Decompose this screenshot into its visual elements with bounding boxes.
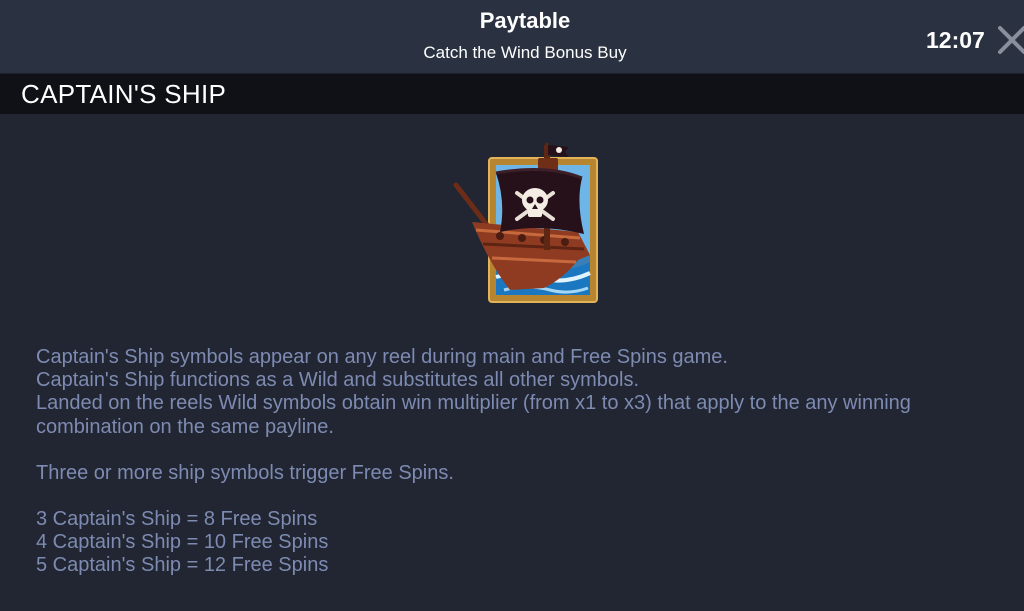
pirate-ship-icon (453, 143, 598, 303)
close-button[interactable] (994, 22, 1024, 58)
description-line: Landed on the reels Wild symbols obtain … (36, 392, 911, 438)
description: Captain's Ship symbols appear on any ree… (36, 346, 1011, 578)
trigger-text: Three or more ship symbols trigger Free … (36, 461, 454, 484)
captains-ship-symbol (452, 140, 604, 306)
page-subtitle: Catch the Wind Bonus Buy (423, 43, 627, 62)
description-line: Captain's Ship symbols appear on any ree… (36, 346, 728, 368)
page-title: Paytable (479, 8, 571, 33)
payout-line: 5 Captain's Ship = 12 Free Spins (36, 554, 329, 577)
section-header: CAPTAIN'S SHIP (0, 74, 1024, 114)
top-bar: Paytable Catch the Wind Bonus Buy 12:07 (0, 0, 1024, 74)
close-icon (998, 26, 1024, 54)
payout-line: 3 Captain's Ship = 8 Free Spins (36, 508, 318, 531)
payout-line: 4 Captain's Ship = 10 Free Spins (36, 531, 329, 554)
description-line: Captain's Ship functions as a Wild and s… (36, 369, 640, 392)
clock: 12:07 (926, 27, 985, 53)
section-title: CAPTAIN'S SHIP (21, 79, 227, 109)
